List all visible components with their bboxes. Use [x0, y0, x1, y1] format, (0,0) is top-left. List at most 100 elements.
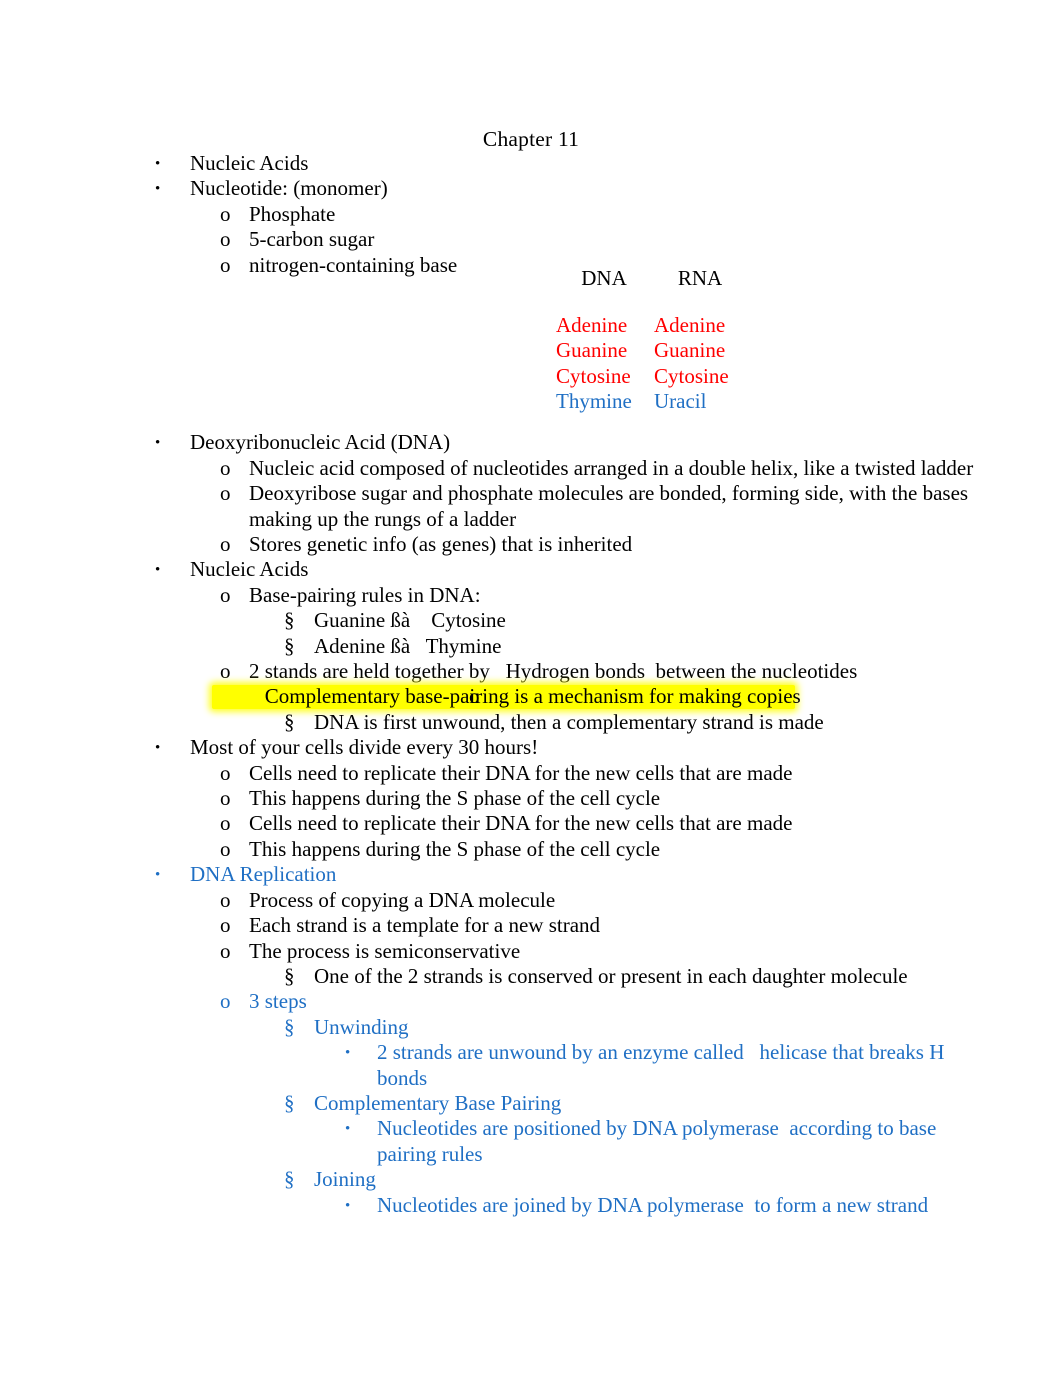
list-item-complementary-detail: • Nucleotides are positioned by DNA poly… [0, 1116, 997, 1167]
bullet-icon: • [345, 1121, 351, 1138]
list-item-dna-heading: • Deoxyribonucleic Acid (DNA) [0, 430, 1062, 455]
section-bullet-icon: § [284, 1167, 295, 1192]
list-item-label: Complementary Base Pairing [314, 1090, 562, 1115]
list-item-cells-divide-30-hours: • Most of your cells divide every 30 hou… [0, 735, 1062, 760]
circle-bullet-icon: o [220, 201, 231, 226]
list-item-process-copying: o Process of copying a DNA molecule [0, 888, 1062, 913]
bullet-icon: • [155, 867, 161, 884]
list-item-s-phase-2: o This happens during the S phase of the… [0, 837, 1062, 862]
list-item-label: Stores genetic info (as genes) that is i… [249, 532, 633, 556]
circle-bullet-icon: o [220, 938, 231, 963]
list-item-cells-replicate-dna-2: o Cells need to replicate their DNA for … [0, 811, 1062, 836]
list-item-nucleotide-monomer: • Nucleotide: (monomer) [0, 176, 1062, 201]
bullet-icon: • [155, 740, 161, 757]
circle-bullet-icon: o [220, 455, 231, 480]
list-item-five-carbon-sugar: o 5-carbon sugar [0, 227, 1062, 252]
list-item-unwinding: § Unwinding [0, 1015, 1062, 1040]
bullet-icon: • [155, 181, 161, 198]
list-item-label: Nucleotides are joined by DNA polymerase… [377, 1192, 929, 1217]
list-item-label: nitrogen-containing base [249, 252, 458, 277]
list-item-complementary-base-pairing-step: § Complementary Base Pairing [0, 1091, 1062, 1116]
list-item-nitrogen-containing-base: o nitrogen-containing base [0, 253, 1062, 278]
section-bullet-icon: § [284, 633, 295, 658]
list-item-label: This happens during the S phase of the c… [249, 786, 661, 811]
circle-bullet-icon: o [220, 481, 231, 506]
list-item-label: The process is semiconservative [249, 938, 521, 963]
bullet-icon: • [155, 435, 161, 452]
bullet-icon: • [345, 1045, 351, 1062]
list-item-guanine-cytosine: § Guanine ßà Cytosine [0, 608, 1062, 633]
list-item-dna-sugar-phosphate: o Deoxyribose sugar and phosphate molecu… [0, 481, 1009, 532]
circle-bullet-icon: o [220, 532, 231, 556]
circle-bullet-icon: o [220, 887, 231, 912]
list-item-dna-stores-genetic-info: o Stores genetic info (as genes) that is… [0, 532, 1062, 557]
list-item-label: Cells need to replicate their DNA for th… [249, 811, 793, 836]
circle-bullet-icon: o [220, 786, 231, 811]
list-item-label: 3 steps [249, 989, 307, 1014]
list-item-nucleic-acids-2: • Nucleic Acids [0, 557, 1062, 582]
list-item-label: Phosphate [249, 201, 336, 226]
list-item-joining: § Joining [0, 1167, 1062, 1192]
list-item-label: 5-carbon sugar [249, 227, 375, 252]
circle-bullet-icon: o [220, 811, 231, 836]
list-item-three-steps: o 3 steps [0, 989, 1062, 1014]
list-item-label: Process of copying a DNA molecule [249, 887, 556, 912]
circle-bullet-icon: o [220, 582, 231, 607]
list-item-label: Deoxyribonucleic Acid (DNA) [190, 430, 451, 455]
list-item-hydrogen-bonds: o 2 stands are held together by Hydrogen… [0, 659, 1062, 684]
section-bullet-icon: § [284, 608, 295, 633]
list-item-label: Guanine ßà Cytosine [314, 608, 506, 633]
list-item-dna-unwound-strand: § DNA is first unwound, then a complemen… [0, 710, 1062, 735]
list-item-label: Adenine ßà Thymine [314, 633, 502, 658]
list-item-label: Complementary base-pairing is a mechanis… [264, 684, 801, 709]
list-item-base-pairing-rules: o Base-pairing rules in DNA: [0, 583, 1062, 608]
list-item-label: One of the 2 strands is conserved or pre… [314, 963, 908, 988]
section-bullet-icon: § [284, 1090, 295, 1115]
list-item-dna-replication: • DNA Replication [0, 862, 1062, 887]
section-bullet-icon: § [284, 963, 295, 988]
list-item-label: Unwinding [314, 1014, 409, 1039]
circle-bullet-icon: o [220, 913, 231, 938]
list-item-joining-detail: • Nucleotides are joined by DNA polymera… [0, 1193, 997, 1218]
list-item-label: This happens during the S phase of the c… [249, 836, 661, 861]
list-item-label: DNA Replication [190, 862, 337, 887]
list-item-label: Base-pairing rules in DNA: [249, 582, 481, 607]
list-item-label: Nucleic acid composed of nucleotides arr… [249, 455, 974, 480]
list-item-label: DNA is first unwound, then a complementa… [314, 709, 824, 734]
circle-bullet-icon: o [220, 659, 231, 684]
list-item-label: Nucleotide: (monomer) [190, 176, 388, 201]
document-page: Chapter 11 DNA RNA Adenine Adenine Guani… [0, 0, 1062, 1377]
list-item-nucleic-acids-1: • Nucleic Acids [0, 151, 1062, 176]
bullet-icon: • [155, 156, 161, 172]
list-item-phosphate: o Phosphate [0, 202, 1062, 227]
list-item-label: 2 stands are held together by Hydrogen b… [249, 659, 858, 684]
list-item-dna-double-helix: o Nucleic acid composed of nucleotides a… [0, 456, 1009, 481]
circle-bullet-icon: o [220, 836, 231, 861]
circle-bullet-icon: o [220, 760, 231, 785]
list-item-cells-replicate-dna-1: o Cells need to replicate their DNA for … [0, 761, 1062, 786]
list-item-label: Each strand is a template for a new stra… [249, 913, 601, 938]
list-item-label: 2 strands are unwound by an enzyme calle… [377, 1040, 950, 1090]
bullet-icon: • [155, 562, 161, 579]
list-item-label: Most of your cells divide every 30 hours… [190, 735, 539, 760]
list-item-semiconservative: o The process is semiconservative [0, 939, 1062, 964]
page-title: Chapter 11 [482, 127, 580, 151]
list-item-label: Nucleotides are positioned by DNA polyme… [377, 1116, 942, 1166]
outline-list: • Nucleic Acids • Nucleotide: (monomer) … [0, 151, 1062, 1218]
list-item-s-phase-1: o This happens during the S phase of the… [0, 786, 1062, 811]
list-item-each-strand-template: o Each strand is a template for a new st… [0, 913, 1062, 938]
list-item-label: Joining [314, 1167, 376, 1192]
list-item-label: Nucleic Acids [190, 557, 309, 582]
circle-bullet-icon: o [220, 252, 231, 277]
list-item-unwinding-detail: • 2 strands are unwound by an enzyme cal… [0, 1040, 997, 1091]
list-item-label: Cells need to replicate their DNA for th… [249, 760, 793, 785]
circle-bullet-icon: o [220, 989, 231, 1014]
list-item-label: Deoxyribose sugar and phosphate molecule… [249, 481, 974, 531]
section-bullet-icon: § [284, 709, 295, 734]
list-item-adenine-thymine: § Adenine ßà Thymine [0, 634, 1062, 659]
